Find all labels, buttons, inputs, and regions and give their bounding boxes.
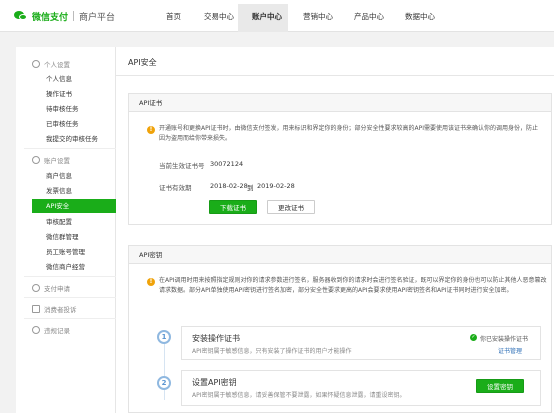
check-icon: ✓	[470, 334, 477, 341]
sidebar-item-pending-tasks[interactable]: 待审核任务	[46, 103, 79, 113]
serial-label: 当前生效证书号	[159, 162, 205, 170]
nav-trade-center[interactable]: 交易中心	[204, 11, 234, 22]
card-header: API密钥	[129, 246, 551, 264]
nav-product-center[interactable]: 产品中心	[354, 11, 384, 22]
sidebar-divider	[24, 276, 116, 277]
step-install-cert: 安装操作证书 API密钥属于敏感信息，只有安装了操作证书的用户才能操作 ✓ 你已…	[181, 326, 541, 360]
sidebar-group-personal[interactable]: 个人设置	[32, 59, 70, 69]
nav-marketing-center[interactable]: 营销中心	[303, 11, 333, 22]
sidebar-group-account[interactable]: 账户设置	[32, 155, 70, 165]
sidebar-group-violations[interactable]: 违规记录	[32, 325, 70, 335]
step-title: 安装操作证书	[192, 334, 240, 343]
sidebar-item-my-submitted-tasks[interactable]: 我提交的审核任务	[46, 133, 98, 143]
set-key-button[interactable]: 设置密钥	[476, 379, 524, 393]
globe-icon	[32, 284, 40, 292]
sidebar-group-label: 违规记录	[44, 327, 70, 335]
sidebar-item-staff-accounts[interactable]: 员工账号管理	[46, 246, 85, 256]
sidebar-item-wechat-group[interactable]: 微信群管理	[46, 231, 79, 241]
nav-home[interactable]: 首页	[166, 11, 181, 22]
top-navigation-bar: 微信支付 商户平台 首页 交易中心 账户中心 营销中心 产品中心 数据中心	[0, 0, 554, 32]
steps-connector	[164, 340, 165, 400]
validity-start: 2018-02-28	[210, 182, 248, 190]
sidebar-item-personal-info[interactable]: 个人信息	[46, 73, 72, 83]
validity-end: 2019-02-28	[257, 182, 295, 190]
sidebar-item-review-config[interactable]: 审核配置	[46, 216, 72, 226]
sidebar-item-reviewed-tasks[interactable]: 已审核任务	[46, 118, 79, 128]
sidebar-divider	[24, 297, 116, 298]
step-description: API密钥属于敏感信息，只有安装了操作证书的用户才能操作	[192, 348, 352, 355]
step-number: 1	[157, 330, 171, 344]
sidebar-group-payment-apply[interactable]: 支付申请	[32, 283, 70, 293]
api-cert-card: API证书 ! 开通账号和更换API证书时，由微信支付签发，用来标识和界定你的身…	[128, 93, 552, 225]
warning-icon	[32, 326, 40, 334]
sidebar-divider	[24, 148, 116, 149]
step-set-api-key: 设置API密钥 API密钥属于敏感信息，请妥善保管不要泄露，如果怀疑信息泄露，请…	[181, 370, 541, 406]
change-cert-button[interactable]: 更改证书	[267, 200, 315, 214]
sidebar-divider	[24, 318, 116, 319]
title-divider	[116, 75, 554, 76]
card-header: API证书	[129, 94, 551, 112]
wechat-logo-icon	[14, 10, 28, 22]
logo-text: 微信支付	[32, 12, 69, 23]
step-title: 设置API密钥	[192, 378, 237, 387]
logo-subtitle: 商户平台	[79, 12, 116, 23]
chat-icon	[32, 305, 40, 313]
nav-data-center[interactable]: 数据中心	[405, 11, 435, 22]
sidebar-group-label: 支付申请	[44, 285, 70, 293]
step-number: 2	[157, 376, 171, 390]
sidebar: 个人设置 个人信息 操作证书 待审核任务 已审核任务 我提交的审核任务 账户设置…	[16, 47, 116, 413]
sidebar-group-complaints[interactable]: 消费者投诉	[32, 304, 77, 314]
validity-to: 到	[247, 184, 254, 192]
api-key-card: API密钥 ! 在API调用时用来按照指定规则对你的请求参数进行签名，服务器收到…	[128, 245, 552, 413]
sidebar-item-api-security[interactable]: API安全	[32, 199, 116, 213]
info-icon: !	[147, 126, 155, 134]
sidebar-group-label: 个人设置	[44, 61, 70, 69]
step-description: API密钥属于敏感信息，请妥善保管不要泄露，如果怀疑信息泄露，请重设密钥。	[192, 392, 406, 399]
user-icon	[32, 60, 40, 68]
key-notice-text: 在API调用时用来按照指定规则对你的请求参数进行签名，服务器收到你的请求时会进行…	[159, 277, 547, 294]
cert-management-link[interactable]: 证书管理	[498, 346, 522, 355]
serial-value: 30072124	[210, 160, 244, 168]
logo-divider	[73, 11, 75, 21]
sidebar-group-label: 账户设置	[44, 157, 70, 165]
validity-label: 证书有效期	[159, 184, 192, 192]
info-icon: !	[147, 278, 155, 286]
sidebar-item-operation-cert[interactable]: 操作证书	[46, 88, 72, 98]
page-title: API安全	[128, 58, 157, 67]
cert-notice-text: 开通账号和更换API证书时，由微信支付签发，用来标识和界定你的身份；部分安全性要…	[159, 125, 538, 142]
sidebar-group-label: 消费者投诉	[44, 306, 77, 314]
nav-account-center[interactable]: 账户中心	[252, 11, 282, 22]
main-content: API安全 API证书 ! 开通账号和更换API证书时，由微信支付签发，用来标识…	[116, 47, 554, 413]
wechat-pay-logo[interactable]: 微信支付 商户平台	[14, 9, 115, 23]
download-cert-button[interactable]: 下载证书	[209, 200, 257, 214]
sidebar-item-merchant-info[interactable]: 商户信息	[46, 170, 72, 180]
cert-installed-status: 你已安装操作证书	[480, 336, 529, 343]
gear-icon	[32, 156, 40, 164]
sidebar-item-merchant-operation[interactable]: 微信商户经营	[46, 261, 85, 271]
sidebar-item-invoice-info[interactable]: 发票信息	[46, 185, 72, 195]
